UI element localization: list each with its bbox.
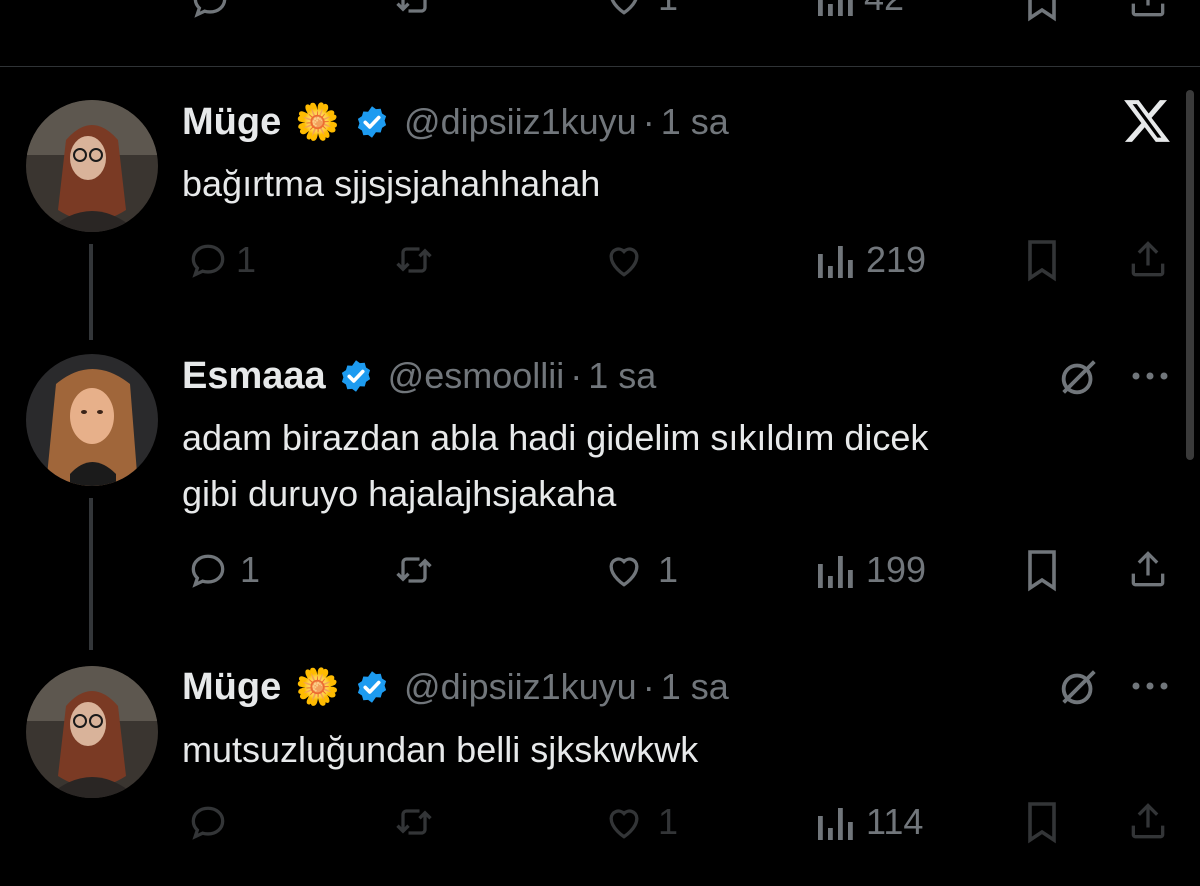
retweet-icon [396,247,432,273]
share-icon[interactable] [1126,238,1170,282]
retweet-icon [396,809,432,835]
like-icon [610,0,638,15]
avatar[interactable] [26,100,158,232]
display-name[interactable]: Müge [182,668,281,706]
like-action[interactable]: 1 [602,0,678,20]
tweet-text-line: adam birazdan abla hadi gidelim sıkıldım… [182,417,929,458]
bookmark-icon[interactable] [1022,0,1062,22]
verified-icon [338,358,374,394]
tweet-text: adam birazdan abla hadi gidelim sıkıldım… [182,410,928,522]
avatar[interactable] [26,666,158,798]
tweet[interactable]: Esmaaa @esmoollii · 1 sa adam birazdan a… [0,330,1200,630]
views-action[interactable]: 219 [814,238,926,282]
tweet[interactable]: Müge 🌼 @dipsiiz1kuyu · 1 sa mutsuzluğund… [0,640,1200,886]
views-action[interactable]: 114 [814,800,923,844]
like-count: 1 [658,0,678,16]
divider [0,66,1200,67]
verified-icon [354,669,390,705]
reply-icon [191,806,225,840]
flower-emoji: 🌼 [295,101,341,142]
display-name[interactable]: Müge [182,103,281,141]
tweet-text-line: gibi duruyo hajalajhsjakaha [182,473,617,514]
timestamp[interactable]: 1 sa [661,669,729,705]
tweet-text: mutsuzluğundan belli sjkskwkwk [182,722,698,778]
more-icon[interactable] [1130,678,1170,694]
handle[interactable]: @dipsiiz1kuyu [404,104,637,140]
separator: · [642,101,655,142]
tweet-text-line: mutsuzluğundan belli sjkskwkwk [182,729,699,770]
tweet-header: Müge 🌼 @dipsiiz1kuyu · 1 sa [182,668,729,706]
retweet-action[interactable] [392,238,436,282]
display-name[interactable]: Esmaaa [182,357,326,395]
separator: · [642,666,655,707]
avatar[interactable] [26,354,158,486]
views-icon [818,808,853,840]
handle[interactable]: @esmoollii [388,358,565,394]
views-count: 114 [866,801,924,842]
like-icon [609,557,639,587]
top-action-bar: 1 42 [0,0,1200,30]
reply-icon [191,554,225,588]
timestamp[interactable]: 1 sa [588,358,656,394]
tweet-text: bağırtma sjjsjsjahahhahah [182,156,600,212]
views-icon [818,246,853,278]
views-icon [818,0,853,16]
views-action[interactable]: 42 [814,0,904,20]
separator: · [570,355,583,396]
reply-count: 1 [236,239,257,280]
retweet-action[interactable] [392,548,436,592]
scrollbar[interactable] [1186,90,1194,460]
views-count: 42 [864,0,904,16]
like-count: 1 [658,549,679,590]
grok-icon[interactable] [1056,354,1102,400]
bookmark-icon[interactable] [1022,800,1062,844]
reply-action[interactable]: 1 [186,238,256,282]
like-icon [609,247,639,277]
tweet-text-line: bağırtma sjjsjsjahahhahah [182,163,601,204]
like-action[interactable] [602,238,646,282]
like-count: 1 [658,801,679,842]
views-icon [818,556,853,588]
share-icon[interactable] [1126,0,1170,22]
flower-emoji: 🌼 [295,666,341,707]
verified-icon [354,104,390,140]
tweet-header: Müge 🌼 @dipsiiz1kuyu · 1 sa [182,103,729,141]
reply-action[interactable]: 1 [186,548,260,592]
views-count: 199 [866,549,927,590]
views-count: 219 [866,239,927,280]
grok-icon[interactable] [1056,664,1102,710]
tweet-header: Esmaaa @esmoollii · 1 sa [182,357,656,395]
timestamp[interactable]: 1 sa [661,104,729,140]
handle[interactable]: @dipsiiz1kuyu [404,669,637,705]
tweet[interactable]: Müge 🌼 @dipsiiz1kuyu · 1 sa bağırtma sjj… [0,70,1200,310]
like-action[interactable]: 1 [602,548,678,592]
like-icon [609,809,639,839]
views-action[interactable]: 199 [814,548,926,592]
reply-count: 1 [240,549,261,590]
more-icon[interactable] [1130,368,1170,384]
share-icon[interactable] [1126,548,1170,592]
bookmark-icon[interactable] [1022,548,1062,592]
like-action[interactable]: 1 [602,800,678,844]
retweet-icon [396,557,432,583]
x-logo-icon [1122,96,1172,146]
bookmark-icon[interactable] [1022,238,1062,282]
reply-icon[interactable] [188,0,232,22]
retweet-action[interactable] [392,800,436,844]
reply-icon [191,244,225,278]
reply-action[interactable] [186,800,230,844]
share-icon[interactable] [1126,800,1170,844]
retweet-icon[interactable] [392,0,436,22]
